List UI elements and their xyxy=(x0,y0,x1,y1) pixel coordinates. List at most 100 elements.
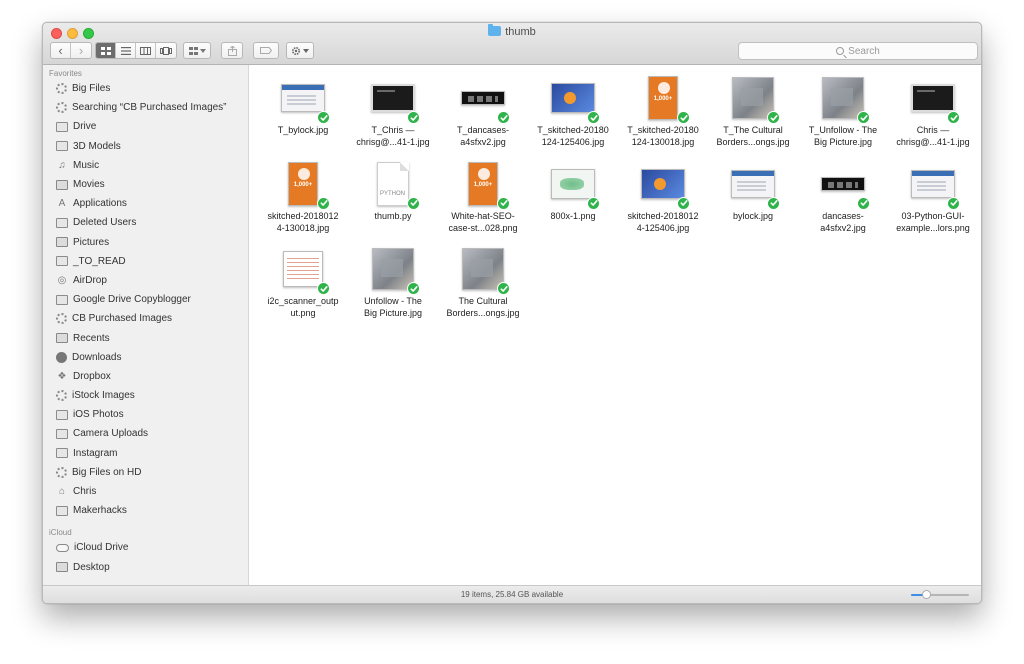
sidebar-item[interactable]: Movies xyxy=(43,175,248,194)
file-item[interactable]: T_Unfollow - The Big Picture.jpg xyxy=(799,75,887,148)
file-thumbnail-area xyxy=(453,161,513,210)
column-view-button[interactable] xyxy=(136,43,156,58)
sidebar-item[interactable]: iStock Images xyxy=(43,386,248,405)
sidebar-item[interactable]: iOS Photos xyxy=(43,405,248,424)
gear-icon xyxy=(56,313,67,325)
sidebar-item[interactable]: CB Purchased Images xyxy=(43,309,248,328)
file-item[interactable]: The Cultural Borders...ongs.jpg xyxy=(439,246,527,319)
sidebar-item-label: Recents xyxy=(73,332,110,344)
sidebar-item[interactable]: Desktop xyxy=(43,558,248,577)
file-item[interactable]: 800x-1.png xyxy=(529,161,617,222)
sidebar-item-label: Big Files on HD xyxy=(72,466,142,478)
file-item[interactable]: skitched-20180124-130018.jpg xyxy=(259,161,347,234)
sidebar-item[interactable]: Pictures xyxy=(43,233,248,252)
synced-checkmark-icon xyxy=(767,196,780,210)
sidebar-item-label: Movies xyxy=(73,179,105,191)
sidebar-item[interactable]: iCloud Drive xyxy=(43,538,248,557)
file-item[interactable]: Chris — chrisg@...41-1.jpg xyxy=(889,75,977,148)
file-thumbnail xyxy=(911,169,955,198)
cover-flow-view-button[interactable] xyxy=(156,43,176,58)
chevron-down-icon xyxy=(199,48,206,53)
list-view-button[interactable] xyxy=(116,43,136,58)
file-item[interactable]: T_The Cultural Borders...ongs.jpg xyxy=(709,75,797,148)
file-item[interactable]: skitched-2018012 4-125406.jpg xyxy=(619,161,707,234)
file-item[interactable]: i2c_scanner_outp ut.png xyxy=(259,246,347,319)
file-thumbnail-area xyxy=(363,161,423,210)
sidebar-item[interactable]: A Applications xyxy=(43,194,248,213)
file-item[interactable]: T_skitched-20180 124-125406.jpg xyxy=(529,75,617,148)
sidebar-section-header: Favorites xyxy=(49,69,82,78)
file-name-line: example...lors.png xyxy=(896,222,970,233)
search-field[interactable]: Search xyxy=(738,42,978,60)
arrange-grid-icon xyxy=(188,46,198,55)
sidebar-item-label: iStock Images xyxy=(72,390,135,402)
file-name: thumb.py xyxy=(349,210,437,222)
sidebar-item-label: Instagram xyxy=(73,447,118,459)
gear-icon xyxy=(56,390,67,402)
share-button[interactable] xyxy=(221,42,243,59)
tag-icon xyxy=(260,47,272,54)
file-name-line: 124-130018.jpg xyxy=(631,137,695,147)
file-item[interactable]: T_bylock.jpg xyxy=(259,75,347,136)
file-item[interactable]: T_dancases-a4sfxv2.jpg xyxy=(439,75,527,148)
slider-knob[interactable] xyxy=(921,590,931,599)
file-name: 800x-1.png xyxy=(529,210,617,222)
sidebar-item-label: Searching “CB Purchased Images” xyxy=(72,102,227,114)
file-thumbnail-area xyxy=(633,75,693,124)
icon-size-slider[interactable] xyxy=(911,590,969,599)
synced-checkmark-icon xyxy=(317,196,330,210)
sidebar-item[interactable]: Google Drive Copyblogger xyxy=(43,290,248,309)
file-thumbnail-area xyxy=(453,246,513,295)
sidebar-item[interactable]: Deleted Users xyxy=(43,213,248,232)
file-item[interactable]: White-hat-SEO-case-st...028.png xyxy=(439,161,527,234)
sidebar-item-label: Downloads xyxy=(72,351,122,363)
file-item[interactable]: T_skitched-20180 124-130018.jpg xyxy=(619,75,707,148)
folder-icon xyxy=(56,141,68,152)
sidebar-item[interactable]: Searching “CB Purchased Images” xyxy=(43,98,248,117)
file-name-line: T_skitched-20180 xyxy=(537,125,609,135)
file-name-line: chrisg@...41-1.jpg xyxy=(896,137,970,147)
synced-checkmark-icon xyxy=(587,196,600,210)
file-name-line: Borders...ongs.jpg xyxy=(716,137,790,147)
sidebar-item[interactable]: Big Files xyxy=(43,79,248,98)
sidebar-item[interactable]: 3D Models xyxy=(43,137,248,156)
sidebar-item[interactable]: Makerhacks xyxy=(43,501,248,520)
file-name-line: a4sfxv2.jpg xyxy=(460,137,506,147)
file-item[interactable]: 03-Python-GUI-example...lors.png xyxy=(889,161,977,234)
applications-icon: A xyxy=(58,198,66,210)
back-button[interactable]: ‹ xyxy=(51,43,71,58)
synced-checkmark-icon xyxy=(497,282,510,295)
sidebar-item[interactable]: Recents xyxy=(43,328,248,347)
file-item[interactable]: dancases-a4sfxv2.jpg xyxy=(799,161,887,234)
arrange-button[interactable] xyxy=(183,42,211,59)
icon-view-button[interactable] xyxy=(96,43,116,58)
sidebar-section-header: iCloud xyxy=(49,528,72,538)
file-name: skitched-2018012 4-125406.jpg xyxy=(619,210,707,234)
airdrop-icon: ◎ xyxy=(57,274,67,286)
sidebar-item[interactable]: Drive xyxy=(43,117,248,136)
sidebar-item[interactable]: Big Files on HD xyxy=(43,463,248,482)
action-menu-button[interactable] xyxy=(286,42,314,59)
sidebar-item[interactable]: Instagram xyxy=(43,444,248,463)
sidebar-item[interactable]: ❖ Dropbox xyxy=(43,367,248,386)
file-thumbnail-area xyxy=(903,161,963,210)
sidebar-item[interactable]: ♫ Music xyxy=(43,156,248,175)
file-item[interactable]: T_Chris — chrisg@...41-1.jpg xyxy=(349,75,437,148)
file-thumbnail xyxy=(377,161,409,206)
synced-checkmark-icon xyxy=(857,196,870,210)
sidebar-item[interactable]: ⌂ Chris xyxy=(43,482,248,501)
file-item[interactable]: Unfollow - The Big Picture.jpg xyxy=(349,246,437,319)
edit-tags-button[interactable] xyxy=(253,42,279,59)
sidebar-item[interactable]: Downloads xyxy=(43,348,248,367)
file-name-line: dancases- xyxy=(822,210,864,221)
sidebar-item[interactable]: _TO_READ xyxy=(43,252,248,271)
synced-checkmark-icon xyxy=(497,196,510,210)
file-name: Unfollow - The Big Picture.jpg xyxy=(349,295,437,319)
file-name: bylock.jpg xyxy=(709,210,797,222)
sidebar-item[interactable]: Camera Uploads xyxy=(43,424,248,443)
file-item[interactable]: thumb.py xyxy=(349,161,437,222)
file-item[interactable]: bylock.jpg xyxy=(709,161,797,222)
forward-button[interactable]: › xyxy=(71,43,91,58)
sidebar: Favorites Big Files Searching “CB Purchase… xyxy=(43,65,249,585)
sidebar-item[interactable]: ◎ AirDrop xyxy=(43,271,248,290)
